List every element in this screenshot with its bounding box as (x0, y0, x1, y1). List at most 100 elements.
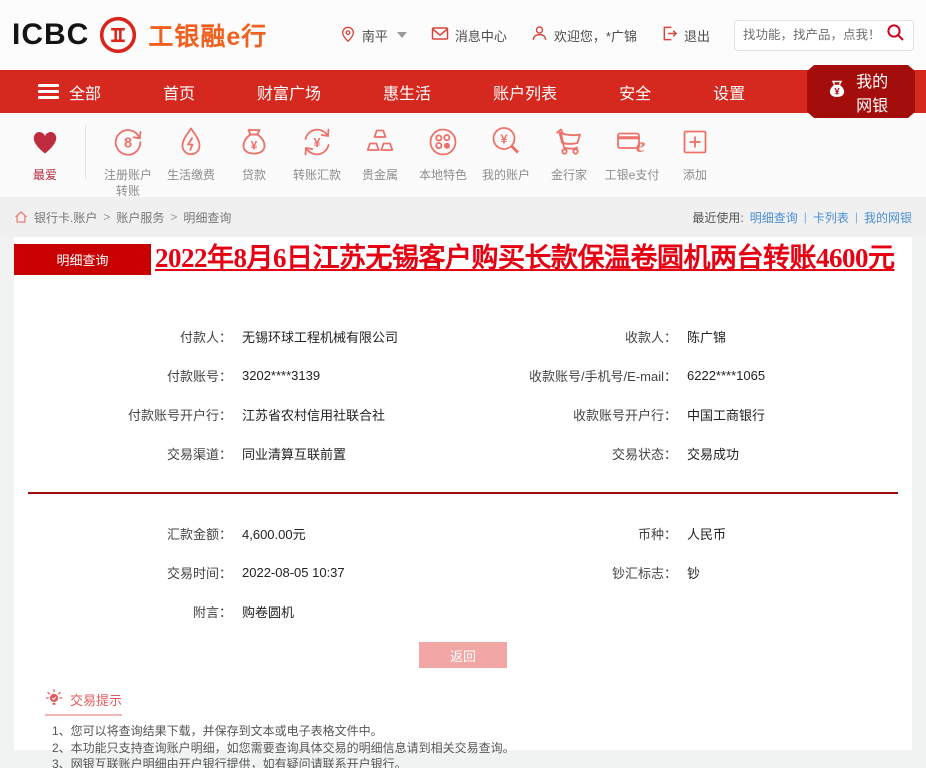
moneybag-icon: ¥ (826, 78, 848, 105)
local-features-icon (425, 124, 461, 165)
nav-label-all: 全部 (69, 85, 102, 103)
nav-item-wealth-plaza[interactable]: 财富广场 (257, 80, 321, 104)
brand-name: 工银融e行 (148, 23, 268, 51)
tip-note-2: 2、本功能只支持查询账户明细，如您需要查询具体交易的明细信息请到相关交易查询。 (52, 740, 515, 755)
amount-value: 4,600.00元 (242, 527, 306, 542)
icbc-logo-icon (98, 15, 138, 55)
time-label: 交易时间： (166, 566, 232, 581)
payer-bank-label: 付款账号开户行： (127, 408, 232, 423)
icbc-logo-text: ICBC (12, 18, 90, 51)
nav-item-my-ebank[interactable]: ¥ 我的网银 (807, 65, 915, 118)
welcome-label: 欢迎您，*广锦 (553, 28, 637, 44)
detail-row-payer: 付款人： 无锡环球工程机械有限公司 收款人： 陈广锦 (14, 317, 912, 356)
logout-label: 退出 (683, 28, 710, 44)
tool-precious-metals[interactable]: 贵金属 (349, 124, 411, 184)
add-icon (677, 124, 713, 165)
cash-flag-value: 钞 (687, 566, 701, 581)
amount-label: 汇款金额： (166, 527, 232, 542)
tool-loan[interactable]: ¥ 贷款 (223, 124, 285, 184)
svg-text:¥: ¥ (251, 139, 258, 153)
breadcrumb-account-service[interactable]: 账户服务 (116, 209, 164, 226)
detail-row-memo: 附言： 购卷圆机 (14, 592, 912, 631)
nav-item-all[interactable]: 全部 (38, 80, 101, 104)
section-divider (28, 492, 898, 494)
loan-moneybag-icon: ¥ (236, 124, 272, 165)
payee-bank-value: 中国工商银行 (687, 408, 766, 423)
my-ebank-label: 我的网银 (856, 73, 889, 115)
tool-life-payment[interactable]: 生活缴费 (160, 124, 222, 184)
payer-account-label: 付款账号： (166, 369, 232, 384)
status-label: 交易状态： (611, 447, 677, 462)
payer-account-value: 3202****3139 (242, 368, 321, 383)
detail-row-account: 付款账号： 3202****3139 收款账号/手机号/E-mail： 6222… (14, 356, 912, 395)
tool-local-features[interactable]: 本地特色 (412, 124, 474, 184)
tips-notes: 1、您可以将查询结果下载，并保存到文本或电子表格文件中。 2、本功能只支持查询账… (45, 723, 912, 768)
svg-text:e: e (636, 133, 645, 157)
detail-row-time-cashflag: 交易时间： 2022-08-05 10:37 钞汇标志： 钞 (14, 553, 912, 592)
tool-favorites[interactable]: 最爱 (14, 124, 76, 184)
detail-row-amount-currency: 汇款金额： 4,600.00元 币种： 人民币 (14, 514, 912, 553)
transaction-tips: 交易提示 1、您可以将查询结果下载，并保存到文本或电子表格文件中。 2、本功能只… (14, 689, 912, 768)
nav-item-home[interactable]: 首页 (163, 80, 195, 104)
site-search-box[interactable] (734, 19, 914, 51)
svg-text:8: 8 (124, 135, 132, 151)
currency-label: 币种： (637, 527, 677, 542)
detail-row-channel-status: 交易渠道： 同业清算互联前置 交易状态： 交易成功 (14, 434, 912, 473)
back-button[interactable]: 返回 (419, 642, 507, 668)
breadcrumb-bar: 银行卡.账户 > 账户服务 > 明细查询 最近使用: 明细查询 | 卡列表 | … (0, 197, 926, 237)
breadcrumb-bankcard-account[interactable]: 银行卡.账户 (34, 209, 97, 226)
svg-text:¥: ¥ (834, 87, 840, 98)
transfer-remit-icon: ¥ (299, 124, 335, 165)
register-transfer-icon: 8 (110, 124, 146, 165)
location-selector[interactable]: 南平 (340, 25, 407, 46)
logout-icon (661, 25, 678, 45)
tool-icbc-epay[interactable]: e 工银e支付 (601, 124, 663, 184)
search-icon[interactable] (886, 23, 905, 47)
tool-my-account[interactable]: ¥ 我的账户 (475, 124, 537, 184)
toolbar-divider (85, 125, 86, 179)
logout-button[interactable]: 退出 (661, 25, 710, 45)
detail-row-bank: 付款账号开户行： 江苏省农村信用社联合社 收款账号开户行： 中国工商银行 (14, 395, 912, 434)
detail-query-panel: 明细查询 2022年8月6日江苏无锡客户购买长款保温卷圆机两台转账4600元 付… (14, 237, 912, 768)
payee-bank-label: 收款账号开户行： (572, 408, 677, 423)
user-icon (531, 25, 548, 45)
gold-bars-icon (362, 124, 398, 165)
payer-label: 付款人： (179, 330, 232, 345)
nav-item-security[interactable]: 安全 (619, 80, 651, 104)
user-welcome[interactable]: 欢迎您，*广锦 (531, 25, 637, 45)
tool-register-transfer[interactable]: 8 注册账户转账 (97, 124, 159, 199)
memo-label: 附言： (192, 605, 232, 620)
main-nav: 全部 首页 财富广场 惠生活 账户列表 安全 设置 ¥ 我的网银 (0, 70, 926, 113)
home-icon (14, 210, 28, 224)
channel-label: 交易渠道： (166, 447, 232, 462)
svg-text:¥: ¥ (313, 135, 321, 150)
recent-link-card-list[interactable]: 卡列表 (813, 209, 849, 226)
location-pin-icon (340, 25, 356, 46)
transaction-details: 付款人： 无锡环球工程机械有限公司 收款人： 陈广锦 付款账号： 3202***… (14, 237, 912, 768)
envelope-icon (431, 25, 449, 45)
message-center-link[interactable]: 消息中心 (431, 25, 507, 45)
my-account-icon: ¥ (488, 124, 524, 165)
heart-icon (27, 124, 63, 165)
nav-item-hui-life[interactable]: 惠生活 (383, 80, 431, 104)
tool-gold-expert[interactable]: 金行家 (538, 124, 600, 184)
payer-bank-value: 江苏省农村信用社联合社 (242, 408, 386, 423)
nav-item-settings[interactable]: 设置 (713, 80, 745, 104)
top-header: ICBC 工银融e行 南平 消息中心 欢迎您，*广锦 退出 找功能，找产品，点我… (0, 0, 926, 70)
message-center-label: 消息中心 (454, 28, 507, 44)
quick-access-toolbar: 最爱 8 注册账户转账 生活缴费 ¥ 贷款 ¥ 转账汇款 贵金属 本地特色 ¥ … (0, 113, 926, 199)
recent-link-my-ebank[interactable]: 我的网银 (864, 209, 912, 226)
memo-value: 购卷圆机 (242, 605, 295, 620)
recent-link-detail-query[interactable]: 明细查询 (750, 209, 798, 226)
tab-detail-query[interactable]: 明细查询 (14, 244, 151, 275)
cash-flag-label: 钞汇标志： (611, 566, 677, 581)
icbc-logo: ICBC 工银融e行 (12, 15, 267, 55)
payer-value: 无锡环球工程机械有限公司 (242, 330, 399, 345)
hamburger-icon (38, 84, 59, 99)
nav-item-account-list[interactable]: 账户列表 (493, 80, 557, 104)
search-input[interactable] (743, 28, 886, 42)
tool-transfer-remit[interactable]: ¥ 转账汇款 (286, 124, 348, 184)
epay-card-icon: e (614, 124, 650, 165)
tool-add[interactable]: 添加 (664, 124, 726, 184)
breadcrumb-detail-query[interactable]: 明细查询 (183, 209, 231, 226)
